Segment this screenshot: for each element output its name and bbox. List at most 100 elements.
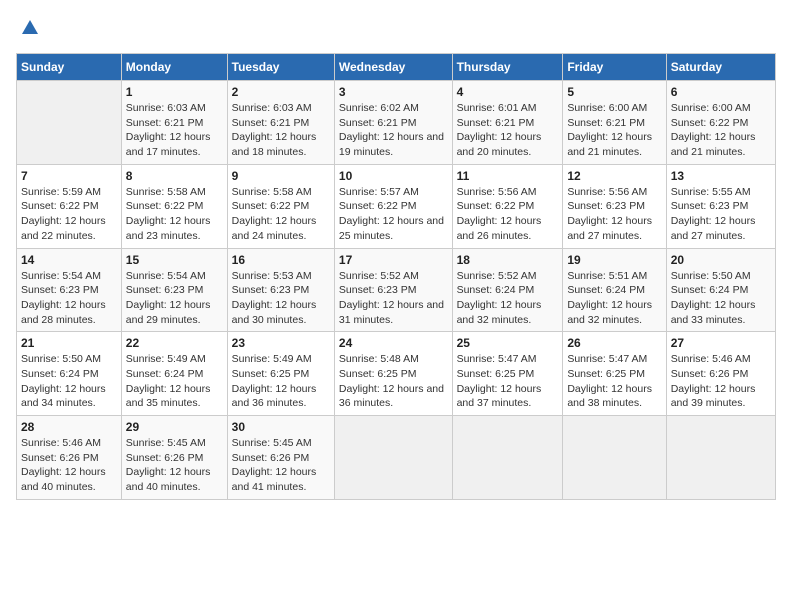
calendar-cell: 13 Sunrise: 5:55 AMSunset: 6:23 PMDayligh…	[666, 164, 775, 248]
day-info: Sunrise: 5:58 AMSunset: 6:22 PMDaylight:…	[126, 185, 223, 244]
calendar-week-4: 21 Sunrise: 5:50 AMSunset: 6:24 PMDayligh…	[17, 332, 776, 416]
calendar-week-1: 1 Sunrise: 6:03 AMSunset: 6:21 PMDaylight…	[17, 81, 776, 165]
day-number: 29	[126, 420, 223, 434]
calendar-cell: 25 Sunrise: 5:47 AMSunset: 6:25 PMDayligh…	[452, 332, 563, 416]
calendar-cell: 9Sunrise: 5:58 AMSunset: 6:22 PMDaylight…	[227, 164, 334, 248]
calendar-cell: 2 Sunrise: 6:03 AMSunset: 6:21 PMDaylight…	[227, 81, 334, 165]
day-info: Sunrise: 5:54 AMSunset: 6:23 PMDaylight:…	[21, 269, 117, 328]
calendar-cell: 15 Sunrise: 5:54 AMSunset: 6:23 PMDayligh…	[121, 248, 227, 332]
header-friday: Friday	[563, 54, 666, 81]
header-saturday: Saturday	[666, 54, 775, 81]
calendar-cell: 4 Sunrise: 6:01 AMSunset: 6:21 PMDaylight…	[452, 81, 563, 165]
day-number: 26	[567, 336, 661, 350]
calendar-cell	[666, 416, 775, 500]
day-number: 14	[21, 253, 117, 267]
logo-text	[16, 16, 42, 45]
calendar-cell: 14 Sunrise: 5:54 AMSunset: 6:23 PMDayligh…	[17, 248, 122, 332]
day-number: 2	[232, 85, 330, 99]
calendar-cell	[17, 81, 122, 165]
logo-icon	[18, 16, 42, 40]
day-number: 17	[339, 253, 448, 267]
day-number: 27	[671, 336, 771, 350]
day-number: 9	[232, 169, 330, 183]
day-number: 11	[457, 169, 559, 183]
day-number: 18	[457, 253, 559, 267]
calendar-week-2: 7 Sunrise: 5:59 AMSunset: 6:22 PMDaylight…	[17, 164, 776, 248]
header-tuesday: Tuesday	[227, 54, 334, 81]
day-number: 22	[126, 336, 223, 350]
calendar-table: SundayMondayTuesdayWednesdayThursdayFrid…	[16, 53, 776, 500]
day-info: Sunrise: 5:48 AMSunset: 6:25 PMDaylight:…	[339, 352, 448, 411]
day-info: Sunrise: 5:45 AMSunset: 6:26 PMDaylight:…	[232, 436, 330, 495]
day-number: 21	[21, 336, 117, 350]
calendar-cell: 5 Sunrise: 6:00 AMSunset: 6:21 PMDaylight…	[563, 81, 666, 165]
day-info: Sunrise: 5:47 AMSunset: 6:25 PMDaylight:…	[457, 352, 559, 411]
calendar-week-5: 28 Sunrise: 5:46 AMSunset: 6:26 PMDayligh…	[17, 416, 776, 500]
header-thursday: Thursday	[452, 54, 563, 81]
calendar-cell: 26 Sunrise: 5:47 AMSunset: 6:25 PMDayligh…	[563, 332, 666, 416]
day-info: Sunrise: 5:53 AMSunset: 6:23 PMDaylight:…	[232, 269, 330, 328]
day-number: 25	[457, 336, 559, 350]
day-info: Sunrise: 6:03 AMSunset: 6:21 PMDaylight:…	[126, 101, 223, 160]
day-info: Sunrise: 6:02 AMSunset: 6:21 PMDaylight:…	[339, 101, 448, 160]
day-number: 16	[232, 253, 330, 267]
day-number: 7	[21, 169, 117, 183]
day-number: 23	[232, 336, 330, 350]
day-info: Sunrise: 5:47 AMSunset: 6:25 PMDaylight:…	[567, 352, 661, 411]
day-number: 28	[21, 420, 117, 434]
day-info: Sunrise: 5:55 AMSunset: 6:23 PMDaylight:…	[671, 185, 771, 244]
calendar-cell: 17Sunrise: 5:52 AMSunset: 6:23 PMDayligh…	[334, 248, 452, 332]
day-info: Sunrise: 5:46 AMSunset: 6:26 PMDaylight:…	[671, 352, 771, 411]
calendar-cell: 8Sunrise: 5:58 AMSunset: 6:22 PMDaylight…	[121, 164, 227, 248]
calendar-cell: 22 Sunrise: 5:49 AMSunset: 6:24 PMDayligh…	[121, 332, 227, 416]
header-monday: Monday	[121, 54, 227, 81]
day-info: Sunrise: 5:57 AMSunset: 6:22 PMDaylight:…	[339, 185, 448, 244]
calendar-cell: 19 Sunrise: 5:51 AMSunset: 6:24 PMDayligh…	[563, 248, 666, 332]
day-number: 13	[671, 169, 771, 183]
day-info: Sunrise: 5:49 AMSunset: 6:24 PMDaylight:…	[126, 352, 223, 411]
day-info: Sunrise: 5:52 AMSunset: 6:24 PMDaylight:…	[457, 269, 559, 328]
day-number: 30	[232, 420, 330, 434]
calendar-cell: 7 Sunrise: 5:59 AMSunset: 6:22 PMDaylight…	[17, 164, 122, 248]
calendar-cell: 10Sunrise: 5:57 AMSunset: 6:22 PMDayligh…	[334, 164, 452, 248]
day-number: 15	[126, 253, 223, 267]
day-number: 1	[126, 85, 223, 99]
calendar-cell: 29Sunrise: 5:45 AMSunset: 6:26 PMDayligh…	[121, 416, 227, 500]
calendar-cell: 18 Sunrise: 5:52 AMSunset: 6:24 PMDayligh…	[452, 248, 563, 332]
calendar-cell	[563, 416, 666, 500]
day-info: Sunrise: 6:03 AMSunset: 6:21 PMDaylight:…	[232, 101, 330, 160]
day-info: Sunrise: 6:01 AMSunset: 6:21 PMDaylight:…	[457, 101, 559, 160]
day-number: 20	[671, 253, 771, 267]
calendar-cell: 1 Sunrise: 6:03 AMSunset: 6:21 PMDaylight…	[121, 81, 227, 165]
day-info: Sunrise: 5:50 AMSunset: 6:24 PMDaylight:…	[21, 352, 117, 411]
day-number: 5	[567, 85, 661, 99]
day-number: 6	[671, 85, 771, 99]
day-info: Sunrise: 6:00 AMSunset: 6:22 PMDaylight:…	[671, 101, 771, 160]
day-info: Sunrise: 5:51 AMSunset: 6:24 PMDaylight:…	[567, 269, 661, 328]
calendar-cell	[334, 416, 452, 500]
calendar-cell: 16 Sunrise: 5:53 AMSunset: 6:23 PMDayligh…	[227, 248, 334, 332]
calendar-body: 1 Sunrise: 6:03 AMSunset: 6:21 PMDaylight…	[17, 81, 776, 500]
calendar-cell: 3 Sunrise: 6:02 AMSunset: 6:21 PMDaylight…	[334, 81, 452, 165]
day-info: Sunrise: 5:54 AMSunset: 6:23 PMDaylight:…	[126, 269, 223, 328]
day-number: 3	[339, 85, 448, 99]
day-info: Sunrise: 5:59 AMSunset: 6:22 PMDaylight:…	[21, 185, 117, 244]
calendar-cell	[452, 416, 563, 500]
day-info: Sunrise: 5:46 AMSunset: 6:26 PMDaylight:…	[21, 436, 117, 495]
calendar-cell: 12Sunrise: 5:56 AMSunset: 6:23 PMDayligh…	[563, 164, 666, 248]
header-wednesday: Wednesday	[334, 54, 452, 81]
calendar-cell: 27 Sunrise: 5:46 AMSunset: 6:26 PMDayligh…	[666, 332, 775, 416]
day-number: 24	[339, 336, 448, 350]
day-number: 4	[457, 85, 559, 99]
logo	[16, 16, 42, 45]
calendar-header-row: SundayMondayTuesdayWednesdayThursdayFrid…	[17, 54, 776, 81]
day-info: Sunrise: 5:49 AMSunset: 6:25 PMDaylight:…	[232, 352, 330, 411]
calendar-cell: 11Sunrise: 5:56 AMSunset: 6:22 PMDayligh…	[452, 164, 563, 248]
calendar-cell: 28 Sunrise: 5:46 AMSunset: 6:26 PMDayligh…	[17, 416, 122, 500]
day-number: 19	[567, 253, 661, 267]
day-info: Sunrise: 5:50 AMSunset: 6:24 PMDaylight:…	[671, 269, 771, 328]
calendar-cell: 24 Sunrise: 5:48 AMSunset: 6:25 PMDayligh…	[334, 332, 452, 416]
page-header	[16, 16, 776, 45]
day-info: Sunrise: 6:00 AMSunset: 6:21 PMDaylight:…	[567, 101, 661, 160]
header-sunday: Sunday	[17, 54, 122, 81]
